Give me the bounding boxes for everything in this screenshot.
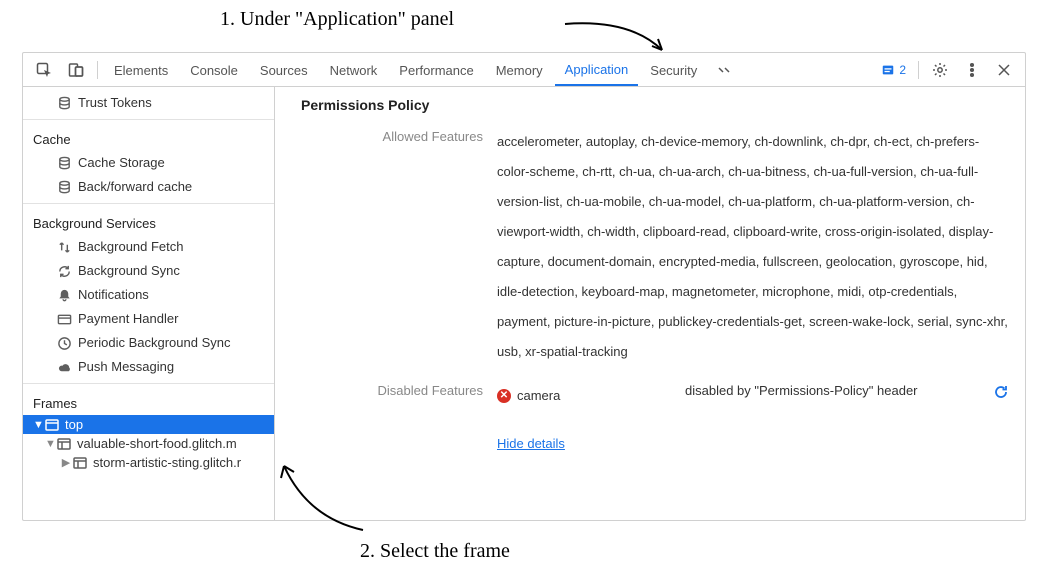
disabled-feature-name: camera xyxy=(517,381,560,411)
sidebar-section-cache: Cache xyxy=(23,124,274,151)
issues-button[interactable]: 2 xyxy=(875,61,912,79)
separator xyxy=(97,61,98,79)
reload-icon[interactable] xyxy=(993,381,1009,411)
sidebar-section-frames: Frames xyxy=(23,388,274,415)
sidebar-item-label: Payment Handler xyxy=(78,310,178,328)
tab-elements[interactable]: Elements xyxy=(104,54,178,86)
sidebar-item-label: Background Fetch xyxy=(78,238,184,256)
panel-title: Permissions Policy xyxy=(297,97,1009,113)
sidebar-item-bf-cache[interactable]: Back/forward cache xyxy=(23,175,274,199)
sidebar-item-periodic-sync[interactable]: Periodic Background Sync xyxy=(23,331,274,355)
sidebar-item-label: Notifications xyxy=(78,286,149,304)
sync-icon xyxy=(57,264,72,279)
database-icon xyxy=(57,156,72,171)
iframe-icon xyxy=(73,456,87,470)
disabled-features-label: Disabled Features xyxy=(297,381,497,398)
bell-icon xyxy=(57,288,72,303)
sidebar-item-label: Trust Tokens xyxy=(78,94,152,112)
error-icon: ✕ xyxy=(497,389,511,403)
frame-label: storm-artistic-sting.glitch.r xyxy=(93,455,241,470)
frame-label: valuable-short-food.glitch.m xyxy=(77,436,237,451)
sidebar-item-notifications[interactable]: Notifications xyxy=(23,283,274,307)
disabled-feature-reason: disabled by "Permissions-Policy" header xyxy=(685,381,918,401)
sidebar-item-trust-tokens[interactable]: Trust Tokens xyxy=(23,91,274,115)
database-icon xyxy=(57,96,72,111)
sidebar-section-background-services: Background Services xyxy=(23,208,274,235)
disclosure-triangle-icon[interactable]: ▼ xyxy=(33,419,43,431)
sidebar-item-background-fetch[interactable]: Background Fetch xyxy=(23,235,274,259)
disabled-feature-row: ✕ camera disabled by "Permissions-Policy… xyxy=(497,381,1009,411)
hide-details-link[interactable]: Hide details xyxy=(497,436,565,451)
gear-icon[interactable] xyxy=(925,56,955,84)
tab-security[interactable]: Security xyxy=(640,54,707,86)
window-icon xyxy=(45,418,59,432)
kebab-menu-icon[interactable] xyxy=(957,56,987,84)
frame-child-1[interactable]: ▼ valuable-short-food.glitch.m xyxy=(23,434,274,453)
inspect-element-icon[interactable] xyxy=(29,56,59,84)
cloud-icon xyxy=(57,360,72,375)
tab-console[interactable]: Console xyxy=(180,54,248,86)
devtools-toolbar: ElementsConsoleSourcesNetworkPerformance… xyxy=(23,53,1025,87)
sidebar-item-label: Back/forward cache xyxy=(78,178,192,196)
disclosure-triangle-icon[interactable]: ▶ xyxy=(61,456,71,469)
issues-count: 2 xyxy=(899,63,906,77)
clock-icon xyxy=(57,336,72,351)
device-toolbar-icon[interactable] xyxy=(61,56,91,84)
tab-application[interactable]: Application xyxy=(555,53,639,86)
annotation-step2: 2. Select the frame xyxy=(360,540,510,563)
sidebar-item-cache-storage[interactable]: Cache Storage xyxy=(23,151,274,175)
frame-child-2[interactable]: ▶ storm-artistic-sting.glitch.r xyxy=(23,453,274,472)
sidebar-item-label: Background Sync xyxy=(78,262,180,280)
card-icon xyxy=(57,312,72,327)
tab-sources[interactable]: Sources xyxy=(250,54,318,86)
tab-network[interactable]: Network xyxy=(320,54,388,86)
tab-performance[interactable]: Performance xyxy=(389,54,483,86)
sidebar-item-label: Push Messaging xyxy=(78,358,174,376)
frame-top[interactable]: ▼ top xyxy=(23,415,274,434)
sidebar-item-label: Cache Storage xyxy=(78,154,165,172)
close-icon[interactable] xyxy=(989,56,1019,84)
sidebar-item-background-sync[interactable]: Background Sync xyxy=(23,259,274,283)
sidebar-item-payment-handler[interactable]: Payment Handler xyxy=(23,307,274,331)
sidebar-item-push-messaging[interactable]: Push Messaging xyxy=(23,355,274,379)
separator xyxy=(918,61,919,79)
transfer-icon xyxy=(57,240,72,255)
tab-memory[interactable]: Memory xyxy=(486,54,553,86)
application-sidebar: Trust Tokens Cache Cache Storage Back/fo… xyxy=(23,87,275,520)
iframe-icon xyxy=(57,437,71,451)
more-tabs-chevron-icon[interactable] xyxy=(709,56,739,84)
devtools-window: ElementsConsoleSourcesNetworkPerformance… xyxy=(22,52,1026,521)
sidebar-item-label: Periodic Background Sync xyxy=(78,334,230,352)
frame-label: top xyxy=(65,417,83,432)
annotation-step1: 1. Under "Application" panel xyxy=(220,8,454,31)
frame-details-panel: Permissions Policy Allowed Features acce… xyxy=(275,87,1025,520)
allowed-features-value: accelerometer, autoplay, ch-device-memor… xyxy=(497,127,1009,367)
allowed-features-label: Allowed Features xyxy=(297,127,497,144)
disclosure-triangle-icon[interactable]: ▼ xyxy=(45,438,55,450)
database-icon xyxy=(57,180,72,195)
